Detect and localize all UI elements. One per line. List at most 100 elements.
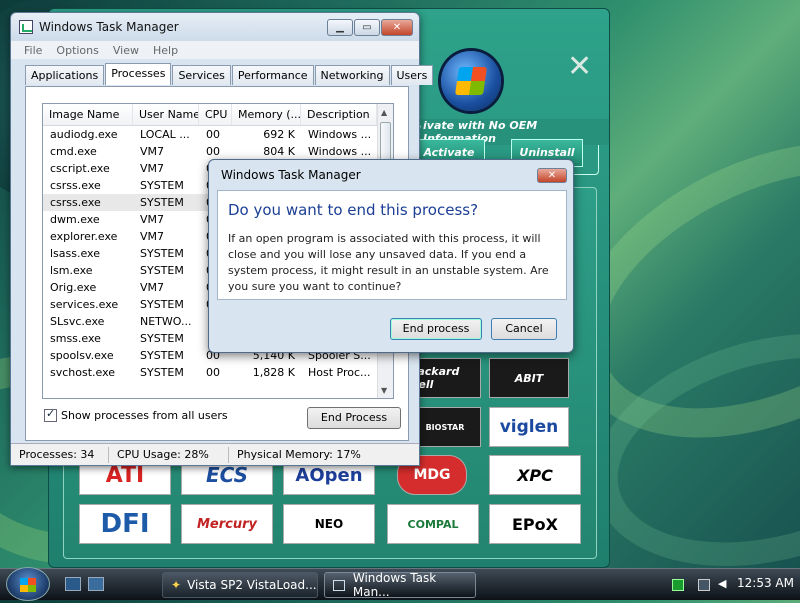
cell-user: VM7 (140, 230, 165, 243)
tab-users[interactable]: Users (390, 65, 434, 85)
column-cpu[interactable]: CPU (199, 104, 232, 125)
taskbar-button-task-manager[interactable]: Windows Task Man... (324, 571, 476, 599)
cell-name: audiodg.exe (50, 128, 118, 141)
cell-user: VM7 (140, 281, 165, 294)
dialog-message: If an open program is associated with th… (228, 232, 549, 293)
maximize-button[interactable]: ▭ (354, 19, 380, 36)
tab-networking[interactable]: Networking (314, 65, 390, 85)
scroll-down-icon[interactable]: ▼ (381, 386, 387, 395)
start-orb-icon[interactable] (6, 567, 50, 601)
cell-name: explorer.exe (50, 230, 118, 243)
brand-tile-abit[interactable]: ABIT (489, 358, 569, 398)
cell-name: csrss.exe (50, 196, 101, 209)
cell-name: lsass.exe (50, 247, 100, 260)
clock[interactable]: 12:53 AM (737, 576, 794, 590)
star-icon: ✦ (171, 578, 182, 592)
tab-processes[interactable]: Processes (105, 63, 172, 85)
menu-options[interactable]: Options (56, 44, 98, 57)
cell-cpu: 00 (206, 145, 220, 158)
window-title: Windows Task Manager (39, 20, 179, 34)
brand-tile-neo[interactable]: NEO (283, 504, 375, 544)
cell-name: spoolsv.exe (50, 349, 114, 362)
windows-logo-icon (441, 51, 501, 111)
cell-name: lsm.exe (50, 264, 93, 277)
switch-windows-icon[interactable] (88, 577, 104, 591)
column-user-name[interactable]: User Name (133, 104, 199, 125)
table-row[interactable]: cmd.exe VM7 00 804 K Windows ... (43, 143, 393, 160)
taskbar-button-vistaloader[interactable]: ✦ Vista SP2 VistaLoad... (162, 572, 318, 598)
menu-view[interactable]: View (113, 44, 139, 57)
network-icon[interactable] (698, 579, 710, 591)
task-manager-icon (333, 579, 345, 591)
table-row[interactable]: svchost.exe SYSTEM 00 1,828 K Host Proc... (43, 364, 393, 381)
tab-services[interactable]: Services (172, 65, 231, 85)
cell-name: SLsvc.exe (50, 315, 105, 328)
cell-user: SYSTEM (140, 179, 184, 192)
brand-tile-compal[interactable]: COMPAL (387, 504, 479, 544)
dialog-body: Do you want to end this process? If an o… (217, 190, 567, 300)
show-desktop-icon[interactable] (65, 577, 81, 591)
cpu-meter-icon[interactable] (672, 579, 684, 591)
end-process-button[interactable]: End Process (307, 407, 401, 429)
cell-name: csrss.exe (50, 179, 101, 192)
dialog-cancel-button[interactable]: Cancel (491, 318, 557, 340)
cell-name: smss.exe (50, 332, 101, 345)
cell-name: cmd.exe (50, 145, 97, 158)
cell-user: NETWO... (140, 315, 192, 328)
status-memory: Physical Memory: 17% (237, 447, 361, 461)
column-memory[interactable]: Memory (... (232, 104, 301, 125)
cell-user: SYSTEM (140, 196, 184, 209)
table-row[interactable]: audiodg.exe LOCAL ... 00 692 K Windows ... (43, 126, 393, 143)
menu-help[interactable]: Help (153, 44, 178, 57)
cell-cpu: 00 (206, 366, 220, 379)
cell-user: LOCAL ... (140, 128, 190, 141)
close-button[interactable]: ✕ (381, 19, 413, 36)
taskbar-button-label: Windows Task Man... (352, 571, 437, 599)
tab-performance[interactable]: Performance (231, 65, 314, 85)
cell-user: VM7 (140, 213, 165, 226)
checkbox-checked-icon[interactable] (44, 407, 57, 422)
cell-user: SYSTEM (140, 332, 184, 345)
dialog-end-process-button[interactable]: End process (390, 318, 482, 340)
dialog-title[interactable]: Windows Task Manager (209, 160, 573, 190)
dialog-question: Do you want to end this process? (228, 201, 479, 219)
cell-name: dwm.exe (50, 213, 100, 226)
cell-user: VM7 (140, 162, 165, 175)
cell-mem: 804 K (263, 145, 295, 158)
status-bar: Processes: 34 CPU Usage: 28% Physical Me… (11, 443, 419, 465)
cell-cpu: 00 (206, 128, 220, 141)
status-processes: Processes: 34 (11, 446, 109, 463)
cell-name: Orig.exe (50, 281, 97, 294)
cell-desc: Host Proc... (308, 366, 371, 379)
show-all-users-checkbox[interactable]: Show processes from all users (44, 407, 228, 422)
close-x-icon[interactable]: ✕ (567, 49, 592, 84)
cell-name: cscript.exe (50, 162, 110, 175)
cell-name: svchost.exe (50, 366, 116, 379)
brand-tile-dfi[interactable]: DFI (79, 504, 171, 544)
status-cpu: CPU Usage: 28% (109, 446, 229, 463)
cell-desc: Windows ... (308, 145, 372, 158)
cell-user: SYSTEM (140, 349, 184, 362)
cell-name: services.exe (50, 298, 119, 311)
show-all-users-label: Show processes from all users (61, 409, 228, 422)
tab-strip: Applications Processes Services Performa… (25, 63, 434, 85)
cell-user: SYSTEM (140, 247, 184, 260)
minimize-button[interactable]: ▁ (327, 19, 353, 36)
tab-applications[interactable]: Applications (25, 65, 105, 85)
brand-tile-viglen[interactable]: viglen (489, 407, 569, 447)
taskbar-button-label: Vista SP2 VistaLoad... (187, 578, 317, 592)
list-header: Image Name User Name CPU Memory (... Des… (43, 104, 393, 126)
column-image-name[interactable]: Image Name (43, 104, 133, 125)
cell-user: SYSTEM (140, 298, 184, 311)
task-manager-icon (19, 20, 33, 34)
column-description[interactable]: Description (301, 104, 377, 125)
end-process-dialog: Windows Task Manager ✕ Do you want to en… (208, 159, 574, 353)
cell-desc: Windows ... (308, 128, 372, 141)
volume-icon[interactable]: ◀ (718, 578, 730, 591)
scroll-up-icon[interactable]: ▲ (381, 108, 387, 117)
brand-tile-xpc[interactable]: XPC (489, 455, 581, 495)
brand-tile-mercury[interactable]: Mercury (181, 504, 273, 544)
dialog-close-button[interactable]: ✕ (537, 168, 567, 183)
menu-file[interactable]: File (24, 44, 42, 57)
brand-tile-epox[interactable]: EPoX (489, 504, 581, 544)
